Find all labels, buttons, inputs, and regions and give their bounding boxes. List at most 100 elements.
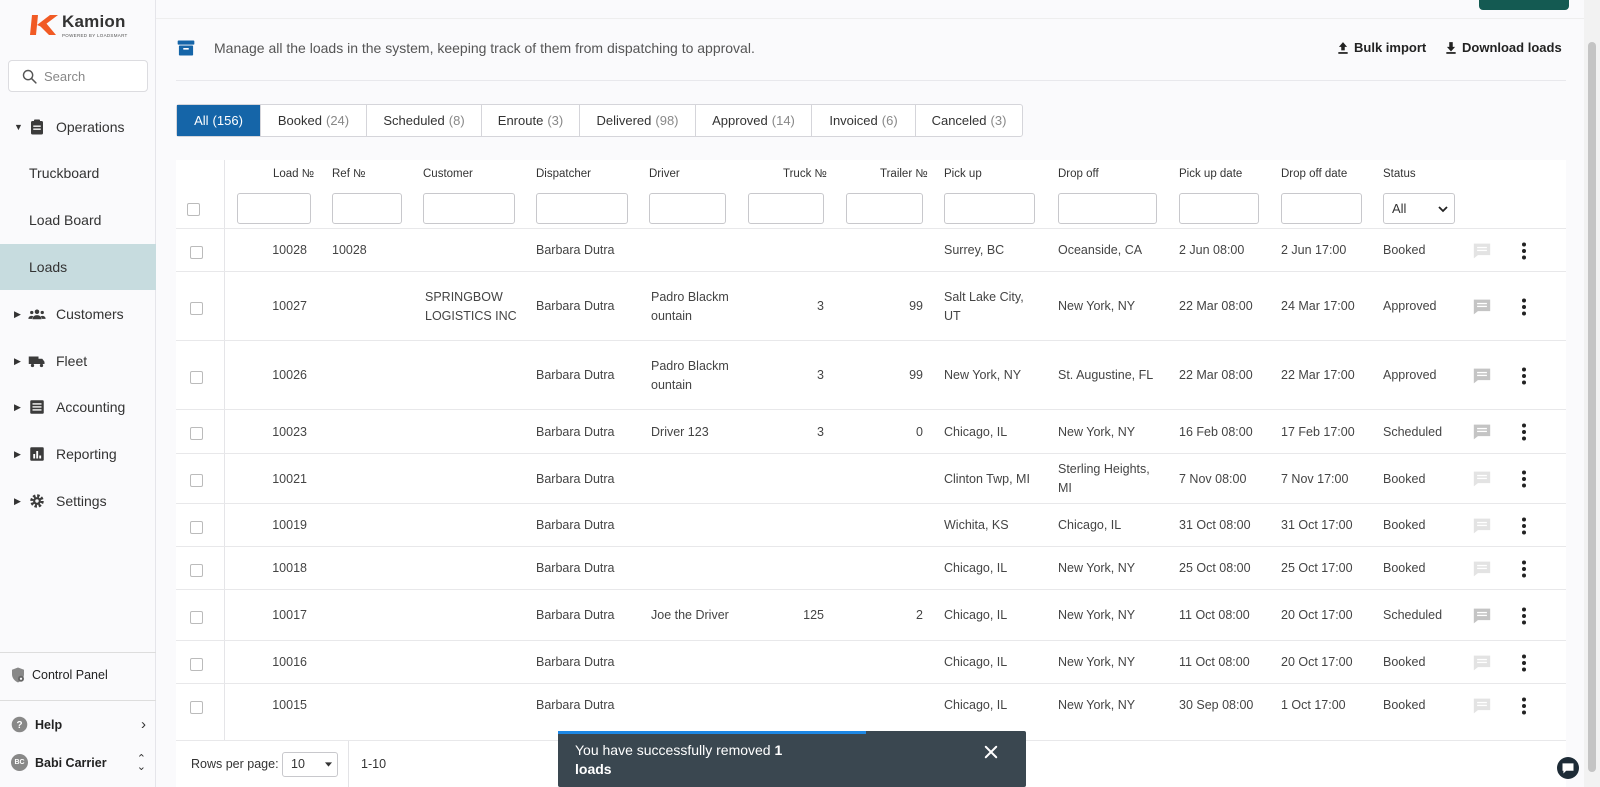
driver-filter-input[interactable] — [649, 193, 726, 224]
table-row[interactable]: 10023 Barbara Dutra Driver 123 3 0 Chicago, I… — [176, 409, 1566, 453]
user-menu[interactable]: BC Babi Carrier ⌃ ⌄ — [11, 753, 146, 772]
scrollbar-thumb[interactable] — [1588, 42, 1596, 772]
more-vert-icon[interactable] — [1514, 469, 1534, 489]
column-header-load[interactable]: Load № — [273, 168, 314, 180]
table-row[interactable]: 10016 Barbara Dutra Chicago, IL New York, N… — [176, 640, 1566, 683]
cell-ref: 10028 — [332, 243, 367, 257]
table-row[interactable]: 10028 10028 Barbara Dutra Surrey, BC Oceansi… — [176, 228, 1566, 271]
row-checkbox[interactable] — [190, 520, 203, 534]
row-checkbox[interactable] — [190, 610, 203, 624]
column-header-dropoff-date[interactable]: Drop off date — [1281, 168, 1347, 180]
cell-trailer: 99 — [909, 368, 923, 382]
tab-scheduled[interactable]: Scheduled (8) — [367, 105, 482, 136]
tab-booked[interactable]: Booked (24) — [261, 105, 367, 136]
more-vert-icon[interactable] — [1514, 606, 1534, 626]
column-header-dispatcher[interactable]: Dispatcher — [536, 168, 591, 180]
more-vert-icon[interactable] — [1514, 516, 1534, 536]
rows-per-page-select[interactable]: 10 — [282, 752, 338, 777]
nav-group-reporting[interactable]: ▶ Reporting — [0, 434, 156, 474]
column-header-status[interactable]: Status — [1383, 168, 1416, 180]
pickup-filter-input[interactable] — [944, 193, 1035, 224]
table-row[interactable]: 10017 Barbara Dutra Joe the Driver 125 2 Chic… — [176, 589, 1566, 640]
row-checkbox[interactable] — [190, 700, 203, 714]
column-header-driver[interactable]: Driver — [649, 168, 680, 180]
comment-icon[interactable] — [1472, 298, 1492, 316]
more-vert-icon[interactable] — [1514, 653, 1534, 673]
nav-group-operations[interactable]: ▼ Operations — [0, 107, 156, 147]
chat-button[interactable] — [1557, 757, 1579, 779]
table-row[interactable]: 10019 Barbara Dutra Wichita, KS Chicago, IL… — [176, 503, 1566, 546]
table-row[interactable]: 10018 Barbara Dutra Chicago, IL New York, N… — [176, 546, 1566, 589]
nav-group-accounting[interactable]: ▶ Accounting — [0, 387, 156, 427]
table-row[interactable]: 10027 SPRINGBOW LOGISTICS INC Barbara Dutr… — [176, 271, 1566, 340]
ref-filter-input[interactable] — [332, 193, 402, 224]
row-checkbox[interactable] — [190, 563, 203, 577]
tab-invoiced[interactable]: Invoiced (6) — [812, 105, 916, 136]
more-vert-icon[interactable] — [1514, 241, 1534, 261]
row-checkbox[interactable] — [190, 370, 203, 384]
control-panel-link[interactable]: Control Panel — [9, 666, 165, 684]
pickup-date-filter-input[interactable] — [1179, 193, 1259, 224]
table-row[interactable]: 10015 Barbara Dutra Chicago, IL New York, N… — [176, 683, 1566, 726]
search-box[interactable] — [8, 60, 148, 92]
chevron-down-icon — [1438, 206, 1448, 213]
comment-icon[interactable] — [1472, 560, 1492, 578]
tab-canceled[interactable]: Canceled (3) — [916, 105, 1022, 136]
status-filter-select[interactable]: All — [1383, 193, 1455, 224]
comment-icon[interactable] — [1472, 654, 1492, 672]
nav-item-truckboard[interactable]: Truckboard — [0, 150, 156, 196]
kamion-logo[interactable]: Kamion POWERED BY LOADSMART — [28, 12, 128, 38]
help-link[interactable]: ? Help › — [11, 716, 146, 733]
comment-icon[interactable] — [1472, 367, 1492, 385]
bulk-import-button[interactable]: Bulk import — [1336, 40, 1426, 55]
comment-icon[interactable] — [1472, 470, 1492, 488]
tab-delivered[interactable]: Delivered (98) — [580, 105, 696, 136]
tab-all[interactable]: All (156) — [177, 105, 261, 136]
nav-item-loads[interactable]: Loads — [0, 244, 156, 290]
more-vert-icon[interactable] — [1514, 696, 1534, 716]
more-vert-icon[interactable] — [1514, 559, 1534, 579]
tab-enroute[interactable]: Enroute (3) — [482, 105, 580, 136]
column-header-pickup[interactable]: Pick up — [944, 168, 982, 180]
dispatcher-filter-input[interactable] — [536, 193, 628, 224]
column-header-customer[interactable]: Customer — [423, 168, 473, 180]
comment-icon[interactable] — [1472, 242, 1492, 260]
nav-group-settings[interactable]: ▶ Settings — [0, 481, 156, 521]
search-input[interactable] — [44, 68, 144, 84]
customer-filter-input[interactable] — [423, 193, 515, 224]
dropoff-date-filter-input[interactable] — [1281, 193, 1362, 224]
download-loads-button[interactable]: Download loads — [1444, 40, 1562, 55]
dropoff-filter-input[interactable] — [1058, 193, 1157, 224]
create-load-button[interactable] — [1479, 0, 1569, 10]
comment-icon[interactable] — [1472, 517, 1492, 535]
row-checkbox[interactable] — [190, 474, 203, 487]
column-header-dropoff[interactable]: Drop off — [1058, 168, 1099, 180]
truck-filter-input[interactable] — [748, 193, 824, 224]
more-vert-icon[interactable] — [1514, 366, 1534, 386]
load-filter-input[interactable] — [237, 193, 311, 224]
comment-icon[interactable] — [1472, 607, 1492, 625]
comment-icon[interactable] — [1472, 423, 1492, 441]
page-scrollbar[interactable] — [1584, 0, 1600, 787]
nav-group-fleet[interactable]: ▶ Fleet — [0, 341, 156, 381]
close-icon[interactable] — [982, 743, 1000, 761]
more-vert-icon[interactable] — [1514, 297, 1534, 317]
table-row[interactable]: 10026 Barbara Dutra Padro Blackmountain 3 99… — [176, 340, 1566, 409]
column-header-truck[interactable]: Truck № — [783, 168, 827, 180]
tab-approved[interactable]: Approved (14) — [696, 105, 812, 136]
trailer-filter-input[interactable] — [846, 193, 923, 224]
more-vert-icon[interactable] — [1514, 422, 1534, 442]
row-checkbox[interactable] — [190, 657, 203, 671]
nav-group-label: Settings — [56, 493, 107, 509]
table-row[interactable]: 10021 Barbara Dutra Clinton Twp, MI Sterlin… — [176, 453, 1566, 503]
row-checkbox[interactable] — [190, 427, 203, 440]
nav-item-load-board[interactable]: Load Board — [0, 197, 156, 243]
column-header-ref[interactable]: Ref № — [332, 168, 365, 180]
column-header-pickup-date[interactable]: Pick up date — [1179, 168, 1242, 180]
nav-group-customers[interactable]: ▶ Customers — [0, 294, 156, 334]
select-all-checkbox[interactable] — [187, 203, 200, 216]
column-header-trailer[interactable]: Trailer № — [880, 168, 928, 180]
row-checkbox[interactable] — [190, 301, 203, 315]
comment-icon[interactable] — [1472, 697, 1492, 715]
row-checkbox[interactable] — [190, 245, 203, 259]
